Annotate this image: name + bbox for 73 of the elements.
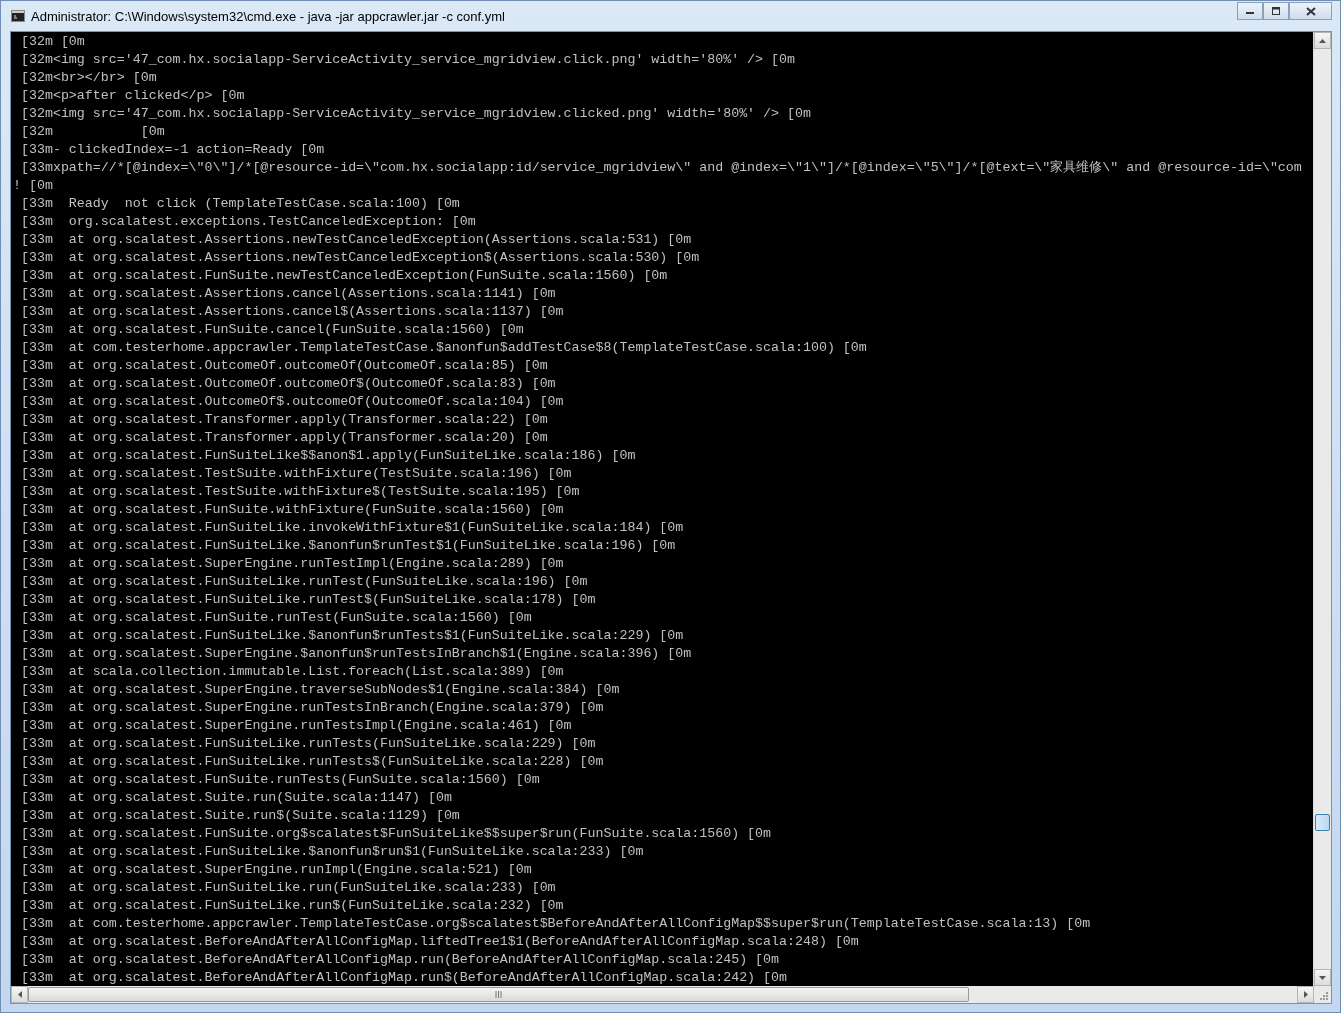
console-line: [33m at org.scalatest.Suite.run$(Suite.scala:1129) [0m <box>19 807 460 825</box>
console-line: [33m at org.scalatest.FunSuiteLike.run(FunSuiteLike.scala:233) [0m <box>19 879 556 897</box>
console-line: [33m at org.scalatest.FunSuite.runTest(FunSuite.scala:1560) [0m <box>19 609 532 627</box>
console-line: [33m at org.scalatest.BeforeAndAfterAllConfigMap.run(BeforeAndAfterAllConfigMap.scala:245) [0m <box>19 951 780 969</box>
console-line: [33m at org.scalatest.FunSuiteLike.runTest$(FunSuiteLike.scala:178) [0m <box>19 591 596 609</box>
console-line: [33m at org.scalatest.OutcomeOf$.outcomeOf(OutcomeOf.scala:104) [0m <box>19 393 564 411</box>
scrollbar-thumb[interactable] <box>28 987 969 1002</box>
up-arrow-icon <box>1319 38 1326 43</box>
console-line: [33m at org.scalatest.SuperEngine.$anonfun$runTestsInBranch$1(Engine.scala:396) [0m <box>19 645 692 663</box>
console-line: [33m- clickedIndex=-1 action=Ready [0m <box>19 141 325 159</box>
console-line: [33m at org.scalatest.FunSuiteLike.runTests(FunSuiteLike.scala:229) [0m <box>19 735 596 753</box>
console-line: [33m at com.testerhome.appcrawler.TemplateTestCase.org$scalatest$BeforeAndAfterAllConfigMap$$super$run(TemplateTestCase.scala:13) [0m <box>19 915 1091 933</box>
minimize-button[interactable] <box>1237 2 1263 20</box>
console-line: [33m at org.scalatest.SuperEngine.runTestImpl(Engine.scala:289) [0m <box>19 555 564 573</box>
console-line: [33m at org.scalatest.FunSuiteLike.$anonfun$run$1(FunSuiteLike.scala:233) [0m <box>19 843 644 861</box>
console-line: [33m at org.scalatest.TestSuite.withFixture$(TestSuite.scala:195) [0m <box>19 483 580 501</box>
console-line: [33m at org.scalatest.FunSuiteLike$$anon$1.apply(FunSuiteLike.scala:186) [0m <box>19 447 636 465</box>
console-line: [32m [0m <box>19 33 85 51</box>
console-line: [33m at com.testerhome.appcrawler.TemplateTestCase.$anonfun$addTestCase$8(TemplateTestCase.scala:100) [0m <box>19 339 867 357</box>
console-line: [33m at org.scalatest.SuperEngine.runTestsInBranch(Engine.scala:379) [0m <box>19 699 604 717</box>
console-line: [33m at org.scalatest.Assertions.newTestCanceledException$(Assertions.scala:530) [0m <box>19 249 700 267</box>
maximize-icon <box>1271 7 1281 15</box>
down-arrow-icon <box>1319 975 1326 980</box>
console-line: [33m at org.scalatest.FunSuite.org$scalatest$FunSuiteLike$$super$run(FunSuite.scala:1560) [0m <box>19 825 772 843</box>
left-arrow-icon <box>17 991 22 998</box>
console-line: [33m at org.scalatest.FunSuiteLike.invokeWithFixture$1(FunSuiteLike.scala:184) [0m <box>19 519 684 537</box>
close-icon <box>1305 6 1316 16</box>
console-line: [32m [0m <box>19 123 165 141</box>
console-line: [33m at org.scalatest.FunSuiteLike.$anonfun$runTests$1(FunSuiteLike.scala:229) [0m <box>19 627 684 645</box>
console-line: [33m at org.scalatest.Suite.run(Suite.scala:1147) [0m <box>19 789 452 807</box>
console-line: [33m at org.scalatest.Assertions.cancel(Assertions.scala:1141) [0m <box>19 285 556 303</box>
console-line: [32m<img src='47_com.hx.socialapp-ServiceActivity_service_mgridview.clicked.png' width='80%' /> [0m <box>19 105 811 123</box>
window-title: Administrator: C:\Windows\system32\cmd.exe - java -jar appcrawler.jar -c conf.yml <box>31 8 506 24</box>
horizontal-scrollbar[interactable] <box>11 986 1331 1003</box>
console-line: [33m at org.scalatest.BeforeAndAfterAllConfigMap.run$(BeforeAndAfterAllConfigMap.scala:242) [0m <box>19 969 787 986</box>
console-line: [32m<br></br> [0m <box>19 69 157 87</box>
maximize-button[interactable] <box>1263 2 1289 20</box>
console-line: [33m at org.scalatest.FunSuite.cancel(FunSuite.scala:1560) [0m <box>19 321 524 339</box>
console-line: [33m at org.scalatest.OutcomeOf.outcomeOf(OutcomeOf.scala:85) [0m <box>19 357 548 375</box>
console-line: [33m org.scalatest.exceptions.TestCanceledException: [0m <box>19 213 476 231</box>
console-line: [33m at org.scalatest.Transformer.apply(Transformer.scala:20) [0m <box>19 429 548 447</box>
console-line: [33m at org.scalatest.OutcomeOf.outcomeOf$(OutcomeOf.scala:83) [0m <box>19 375 556 393</box>
console-line: [33m at org.scalatest.TestSuite.withFixture(TestSuite.scala:196) [0m <box>19 465 572 483</box>
console-line: [32m<img src='47_com.hx.socialapp-ServiceActivity_service_mgridview.click.png' width='80%' /> [0m <box>19 51 795 69</box>
console-line: [33m at org.scalatest.SuperEngine.traverseSubNodes$1(Engine.scala:384) [0m <box>19 681 620 699</box>
vertical-scrollbar[interactable] <box>1313 32 1331 986</box>
console-line: [33m at scala.collection.immutable.List.foreach(List.scala:389) [0m <box>19 663 564 681</box>
scroll-right-button[interactable] <box>1297 986 1314 1003</box>
console-line: [33mxpath=//*[@index=\"0\"]/*[@resource-id=\"com.hx.socialapp:id/service_mgridview\" and @index=\"1\"]/*[@index=\"5\"]/*[@text=\"家具维修\" and @resource-id=\"com <box>19 159 1302 177</box>
scroll-left-button[interactable] <box>11 986 28 1003</box>
console-line: [33m at org.scalatest.Transformer.apply(Transformer.scala:22) [0m <box>19 411 548 429</box>
close-button[interactable] <box>1289 2 1332 20</box>
console-app-icon <box>11 10 25 22</box>
console-line: [33m at org.scalatest.FunSuite.newTestCanceledException(FunSuite.scala:1560) [0m <box>19 267 668 285</box>
console-line: ! [0m <box>13 177 53 195</box>
console-line: [33m at org.scalatest.FunSuiteLike.runTests$(FunSuiteLike.scala:228) [0m <box>19 753 604 771</box>
console-line: [33m Ready not click (TemplateTestCase.scala:100) [0m <box>19 195 460 213</box>
scroll-up-button[interactable] <box>1314 32 1331 49</box>
scrollbar-thumb[interactable] <box>1315 814 1330 831</box>
console-line: [33m at org.scalatest.FunSuiteLike.runTest(FunSuiteLike.scala:196) [0m <box>19 573 588 591</box>
console-line: [33m at org.scalatest.SuperEngine.runImpl(Engine.scala:521) [0m <box>19 861 532 879</box>
grip-lines-icon <box>495 991 502 998</box>
console-line: [33m at org.scalatest.Assertions.cancel$(Assertions.scala:1137) [0m <box>19 303 564 321</box>
console-line: [33m at org.scalatest.Assertions.newTestCanceledException(Assertions.scala:531) [0m <box>19 231 692 249</box>
console-line: [33m at org.scalatest.FunSuite.withFixture(FunSuite.scala:1560) [0m <box>19 501 564 519</box>
console-line: [33m at org.scalatest.BeforeAndAfterAllConfigMap.liftedTree1$1(BeforeAndAfterAllConfigMap.scala:248) [0m <box>19 933 859 951</box>
console-line: [33m at org.scalatest.FunSuiteLike.run$(FunSuiteLike.scala:232) [0m <box>19 897 564 915</box>
console-line: [33m at org.scalatest.SuperEngine.runTestsImpl(Engine.scala:461) [0m <box>19 717 572 735</box>
console-line: [33m at org.scalatest.FunSuiteLike.$anonfun$runTest$1(FunSuiteLike.scala:196) [0m <box>19 537 676 555</box>
right-arrow-icon <box>1303 991 1308 998</box>
scroll-down-button[interactable] <box>1314 969 1331 986</box>
console-line: [33m at org.scalatest.FunSuite.runTests(FunSuite.scala:1560) [0m <box>19 771 540 789</box>
console-line: [32m<p>after clicked</p> [0m <box>19 87 245 105</box>
